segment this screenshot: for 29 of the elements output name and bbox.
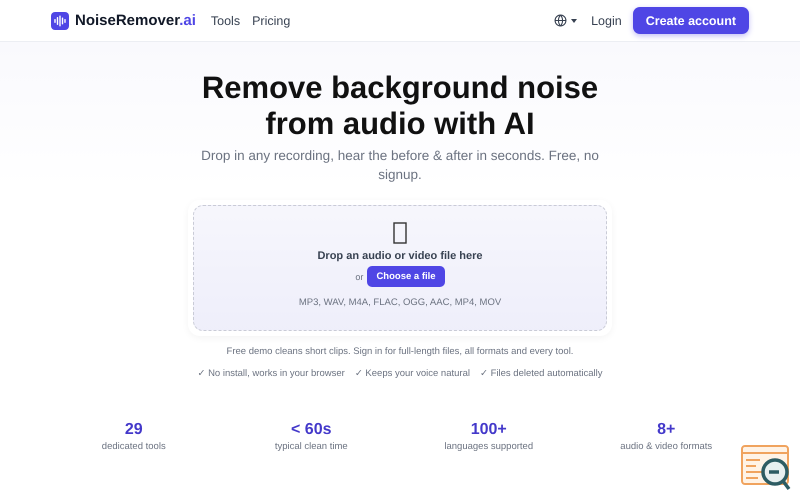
brand-name[interactable]: NoiseRemover.ai — [75, 12, 196, 29]
stat-value: < 60s — [291, 421, 332, 439]
stat-label: audio & video formats — [620, 441, 712, 452]
missing-glyph-icon — [393, 222, 407, 244]
stat-value: 29 — [124, 421, 143, 439]
caret-icon[interactable] — [571, 18, 578, 22]
nav-link[interactable]: Tools — [210, 14, 240, 28]
feature-item: ✓ Files deleted automatically — [480, 368, 603, 379]
drop-heading: Drop an audio or video file here — [317, 250, 483, 262]
stat-label: dedicated tools — [102, 441, 166, 452]
stat-value: 100+ — [470, 421, 507, 439]
stat-value: 8+ — [657, 421, 676, 439]
feature-item: ✓ Keeps your voice natural — [354, 368, 470, 379]
stat-label: languages supported — [444, 441, 534, 452]
login-link[interactable]: Login — [591, 14, 622, 28]
create-account-button[interactable]: Create account — [632, 7, 749, 34]
browser-search-icon[interactable] — [741, 445, 791, 491]
or-label: or — [355, 272, 364, 282]
choose-file-button[interactable]: Choose a file — [367, 266, 445, 287]
hero-subtitle: Drop in any recording, hear the before & after in seconds. Free, no signup. — [200, 147, 600, 184]
nav-link[interactable]: Pricing — [252, 14, 290, 28]
drop-zone[interactable]: Drop an audio or video file here or Choose a file MP3, WAV, M4A, FLAC, OGG, AAC, MP4, MOV — [193, 205, 607, 331]
feature-item: ✓ No install, works in your browser — [197, 368, 345, 379]
demo-note: Free demo cleans short clips. Sign in for full-length files, all formats and every tool. — [226, 346, 574, 357]
globe-icon[interactable] — [554, 14, 568, 27]
waveform-logo-icon — [51, 12, 69, 30]
stat-label: typical clean time — [274, 441, 348, 452]
formats-text: MP3, WAV, M4A, FLAC, OGG, AAC, MP4, MOV — [298, 297, 502, 308]
hero-title: Remove background noise from audio with AI — [200, 70, 600, 142]
